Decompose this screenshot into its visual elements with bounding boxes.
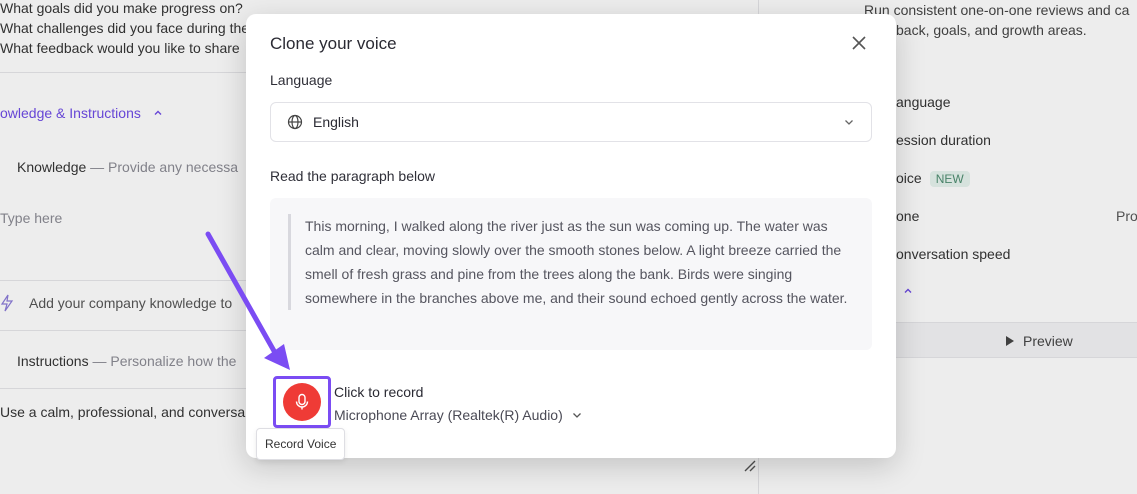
chevron-down-icon xyxy=(572,413,581,418)
dialog-title: Clone your voice xyxy=(270,34,397,53)
globe-icon xyxy=(287,114,303,130)
microphone-icon xyxy=(295,393,309,410)
reading-paragraph: This morning, I walked along the river j… xyxy=(270,198,872,350)
language-value: English xyxy=(313,114,359,130)
close-button[interactable] xyxy=(848,32,870,54)
record-voice-tooltip: Record Voice xyxy=(256,428,346,460)
annotation-arrow-icon xyxy=(205,231,290,370)
microphone-value: Microphone Array (Realtek(R) Audio) xyxy=(334,407,563,423)
language-label: Language xyxy=(270,72,333,88)
close-icon xyxy=(852,36,866,50)
record-voice-button[interactable] xyxy=(283,383,321,421)
chevron-down-icon xyxy=(845,120,853,125)
microphone-select[interactable]: Microphone Array (Realtek(R) Audio) xyxy=(334,407,583,423)
paragraph-label: Read the paragraph below xyxy=(270,168,436,184)
paragraph-text: This morning, I walked along the river j… xyxy=(288,214,852,310)
language-select[interactable]: English xyxy=(270,102,872,142)
record-title: Click to record xyxy=(334,384,424,400)
